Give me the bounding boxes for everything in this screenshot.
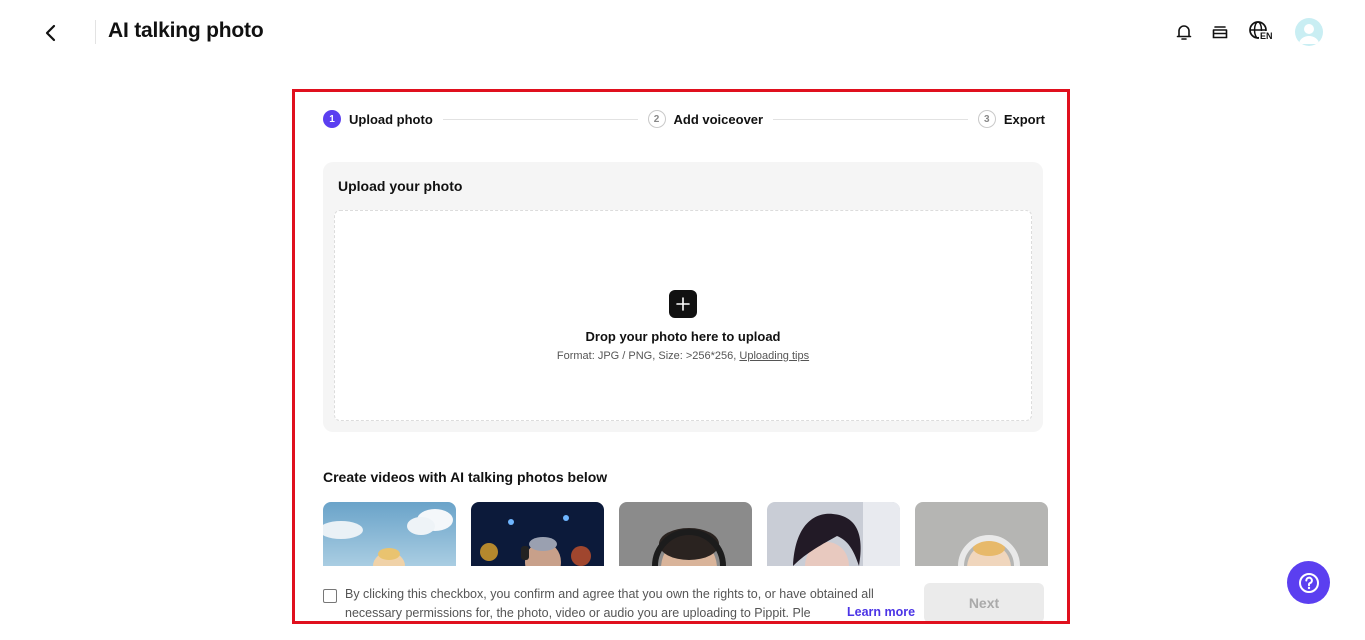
card-stack-icon bbox=[1212, 26, 1228, 39]
step-number: 1 bbox=[323, 110, 341, 128]
avatar[interactable] bbox=[1295, 18, 1323, 46]
upload-plus-button[interactable] bbox=[669, 290, 697, 318]
page-title: AI talking photo bbox=[108, 19, 264, 42]
example-thumbnail[interactable] bbox=[767, 502, 900, 566]
chevron-left-icon bbox=[45, 24, 56, 42]
example-image-headphones bbox=[619, 502, 752, 566]
stepper: 1 Upload photo 2 Add voiceover 3 Export bbox=[323, 108, 1045, 130]
help-button[interactable] bbox=[1287, 561, 1330, 604]
step-number: 2 bbox=[647, 110, 666, 128]
step-label: Export bbox=[1003, 111, 1045, 127]
photo-dropzone[interactable]: Drop your photo here to upload Format: J… bbox=[334, 210, 1032, 421]
bell-icon bbox=[1176, 25, 1192, 40]
language-code: EN bbox=[1259, 31, 1274, 41]
example-gallery bbox=[323, 502, 1048, 566]
format-info: Format: JPG / PNG, Size: >256*256, Uploa… bbox=[335, 350, 1031, 362]
subscription-button[interactable] bbox=[1209, 18, 1231, 46]
step-number: 3 bbox=[977, 110, 996, 128]
example-image-sky bbox=[323, 502, 456, 566]
example-thumbnail[interactable] bbox=[619, 502, 752, 566]
step-connector bbox=[773, 118, 968, 120]
learn-more-link[interactable]: Learn more bbox=[843, 605, 916, 619]
example-thumbnail[interactable] bbox=[471, 502, 604, 566]
notifications-button[interactable] bbox=[1173, 18, 1195, 46]
format-text: Format: JPG / PNG, Size: >256*256, bbox=[556, 350, 737, 362]
question-icon bbox=[1298, 572, 1319, 593]
step-upload-photo[interactable]: 1 Upload photo bbox=[323, 110, 433, 128]
example-image-concert bbox=[471, 502, 604, 566]
example-image-headset bbox=[915, 502, 1048, 566]
drop-instruction: Drop your photo here to upload bbox=[585, 329, 781, 344]
consent-text: By clicking this checkbox, you confirm a… bbox=[345, 587, 874, 620]
upload-card: Upload your photo Drop your photo here t… bbox=[323, 162, 1043, 432]
talking-photo-panel: 1 Upload photo 2 Add voiceover 3 Export … bbox=[292, 89, 1070, 624]
consent-checkbox[interactable] bbox=[323, 589, 337, 603]
step-connector bbox=[442, 118, 638, 120]
step-label: Upload photo bbox=[349, 111, 433, 127]
header-actions: EN bbox=[1173, 18, 1323, 46]
step-add-voiceover[interactable]: 2 Add voiceover bbox=[647, 110, 764, 128]
next-button[interactable]: Next bbox=[924, 583, 1044, 621]
example-thumbnail[interactable] bbox=[915, 502, 1048, 566]
back-button[interactable] bbox=[38, 20, 64, 46]
plus-icon bbox=[676, 297, 690, 311]
language-button[interactable]: EN bbox=[1245, 18, 1275, 46]
example-thumbnail[interactable] bbox=[323, 502, 456, 566]
step-label: Add voiceover bbox=[673, 111, 764, 127]
title-divider bbox=[95, 20, 96, 44]
upload-card-title: Upload your photo bbox=[338, 178, 463, 194]
uploading-tips-link[interactable]: Uploading tips bbox=[739, 350, 809, 362]
user-icon bbox=[1299, 24, 1319, 44]
example-image-portrait bbox=[767, 502, 900, 566]
step-export[interactable]: 3 Export bbox=[977, 110, 1045, 128]
top-bar: AI talking photo EN bbox=[0, 0, 1365, 66]
examples-title: Create videos with AI talking photos bel… bbox=[323, 469, 608, 485]
panel-footer: By clicking this checkbox, you confirm a… bbox=[295, 566, 1067, 621]
